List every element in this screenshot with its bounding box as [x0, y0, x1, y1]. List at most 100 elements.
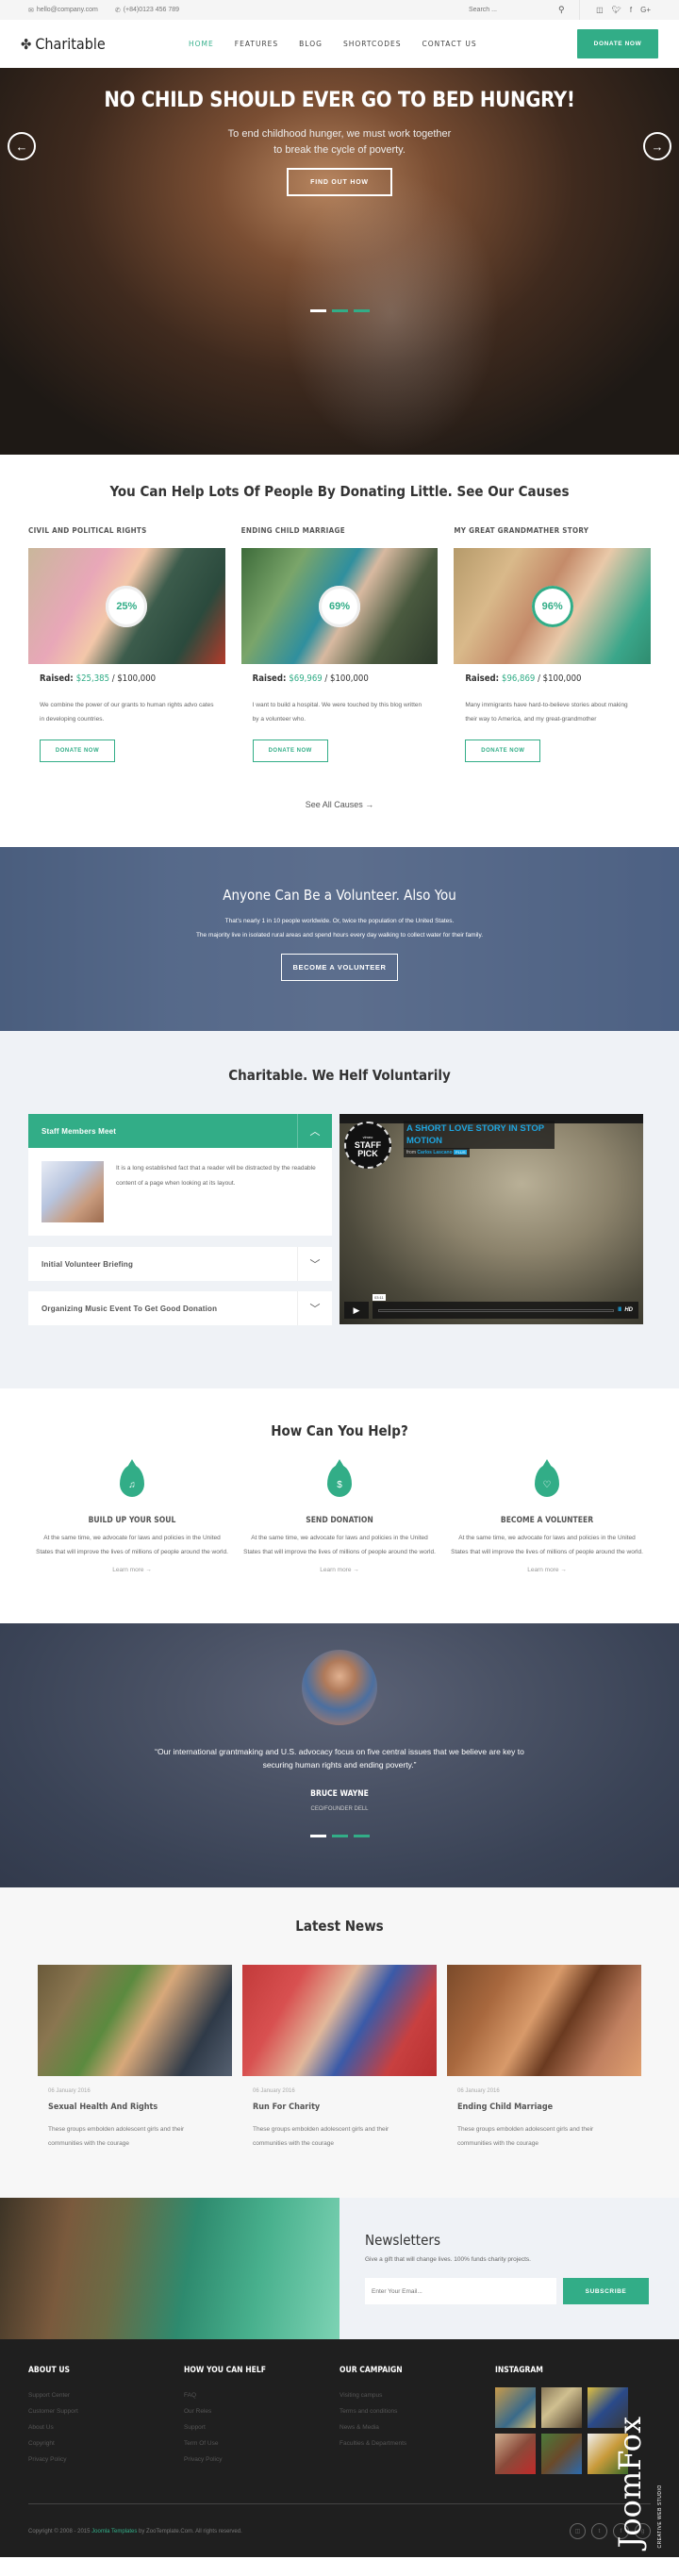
footer-link[interactable]: Terms and conditions	[340, 2403, 495, 2419]
footer-link[interactable]: Privacy Policy	[184, 2451, 340, 2468]
news-title-link[interactable]: Sexual Health And Rights	[38, 2102, 232, 2112]
twitter-icon[interactable]: 🐦︎	[612, 6, 621, 14]
cause-donate-button[interactable]: DONATE NOW	[252, 740, 328, 762]
footer-link[interactable]: Customer Support	[28, 2403, 184, 2419]
facebook-icon[interactable]: f	[630, 6, 632, 14]
news-date: 06 January 2016	[253, 2088, 295, 2094]
news-image[interactable]	[242, 1965, 437, 2076]
video-player[interactable]: vimeo STAFF PICK A SHORT LOVE STORY IN S…	[340, 1114, 643, 1324]
hd-toggle[interactable]: HD	[624, 1307, 633, 1313]
search-icon[interactable]: ⚲	[558, 5, 565, 15]
become-volunteer-button[interactable]: BECOME A VOLUNTEER	[281, 954, 398, 981]
help-item-title: SEND DONATION	[306, 1516, 373, 1525]
video-progress[interactable]: 03:11 IIIII HD	[373, 1294, 638, 1319]
cause-title[interactable]: CIVIL AND POLITICAL RIGHTS	[28, 526, 225, 535]
hero-slider: NO CHILD SHOULD EVER GO TO BED HUNGRY! T…	[0, 68, 679, 455]
footer-link[interactable]: About Us	[28, 2419, 184, 2435]
nav-contact-us[interactable]: CONTACT US	[422, 40, 476, 48]
footer-link[interactable]: Support Center	[28, 2387, 184, 2403]
news-image[interactable]	[447, 1965, 641, 2076]
slide-dot[interactable]	[331, 309, 348, 312]
phone-contact[interactable]: ✆ (+84)0123 456 789	[115, 7, 179, 14]
how-can-you-help-section: How Can You Help? ♫ BUILD UP YOUR SOUL A…	[0, 1388, 679, 1623]
play-icon[interactable]: ▶	[344, 1302, 369, 1319]
email-input[interactable]	[365, 2278, 556, 2304]
accordion-item-organizing-music-event[interactable]: Organizing Music Event To Get Good Donat…	[28, 1291, 332, 1325]
nav-features[interactable]: FEATURES	[235, 40, 278, 48]
instagram-photo[interactable]	[495, 2387, 536, 2428]
author-link[interactable]: Carlos Lascano	[417, 1150, 452, 1155]
help-item-title: BUILD UP YOUR SOUL	[88, 1516, 176, 1525]
google-plus-icon[interactable]: G+	[640, 6, 651, 14]
newsletter-section: Newsletters Give a gift that will change…	[0, 2198, 679, 2339]
footer-link[interactable]: FAQ	[184, 2387, 340, 2403]
cause-image[interactable]: 96%	[454, 548, 652, 664]
learn-more-link[interactable]: Learn more →	[527, 1567, 567, 1573]
footer-column-our-campaign: OUR CAMPAIGN Visiting campus Terms and c…	[340, 2366, 495, 2474]
chevron-up-icon[interactable]: ︿	[297, 1114, 332, 1148]
video-title[interactable]: A SHORT LOVE STORY IN STOP MOTION	[404, 1121, 555, 1149]
nav-shortcodes[interactable]: SHORTCODES	[343, 40, 402, 48]
footer-column-title: INSTAGRAM	[495, 2366, 543, 2375]
footer-link[interactable]: Faculties & Departments	[340, 2435, 495, 2451]
accordion-item-initial-volunteer-briefing[interactable]: Initial Volunteer Briefing ﹀	[28, 1247, 332, 1281]
cause-title[interactable]: MY GREAT GRANDMATHER STORY	[454, 526, 651, 535]
footer-link[interactable]: Privacy Policy	[28, 2451, 184, 2468]
instagram-icon[interactable]: ◫	[596, 6, 604, 14]
instagram-photo[interactable]	[541, 2387, 582, 2428]
slide-dot[interactable]	[309, 309, 326, 312]
find-out-how-button[interactable]: FIND OUT HOW	[287, 168, 392, 196]
slide-dot[interactable]	[331, 1835, 348, 1837]
news-excerpt: These groups embolden adolescent girls a…	[457, 2126, 594, 2147]
news-date: 06 January 2016	[48, 2088, 91, 2094]
news-title-link[interactable]: Ending Child Marriage	[447, 2102, 641, 2112]
donate-now-button[interactable]: DONATE NOW	[577, 29, 658, 58]
learn-more-link[interactable]: Learn more →	[112, 1567, 152, 1573]
nav-home[interactable]: HOME	[189, 40, 214, 48]
instagram-icon[interactable]: ◫	[570, 2523, 586, 2539]
instagram-photo[interactable]	[541, 2434, 582, 2474]
top-social: ◫ 🐦︎ f G+	[596, 0, 651, 20]
cause-card: MY GREAT GRANDMATHER STORY 96% Raised: $…	[454, 526, 652, 762]
cause-image[interactable]: 25%	[28, 548, 225, 664]
progress-track[interactable]	[378, 1308, 614, 1312]
chevron-down-icon[interactable]: ﹀	[297, 1291, 332, 1325]
see-all-causes-link[interactable]: See All Causes →	[28, 800, 651, 809]
nav-blog[interactable]: BLOG	[299, 40, 323, 48]
cause-title[interactable]: ENDING CHILD MARRIAGE	[241, 526, 439, 535]
cause-donate-button[interactable]: DONATE NOW	[40, 740, 115, 762]
email-contact[interactable]: ✉ hello@company.com	[28, 7, 98, 14]
hero-subtitle-line: to break the cycle of poverty.	[273, 144, 406, 156]
footer-link[interactable]: Visiting campus	[340, 2387, 495, 2403]
slide-dot[interactable]	[353, 1835, 370, 1837]
hero-title: NO CHILD SHOULD EVER GO TO BED HUNGRY!	[104, 89, 575, 112]
joomla-templates-link[interactable]: Joomla Templates	[91, 2529, 137, 2534]
footer-link[interactable]: Term Of Use	[184, 2435, 340, 2451]
prev-slide-arrow-icon[interactable]: ←	[8, 132, 36, 160]
slide-dot[interactable]	[309, 1835, 326, 1837]
footer-link[interactable]: Our Reles	[184, 2403, 340, 2419]
newsletter-desc: Give a gift that will change lives. 100%…	[365, 2256, 531, 2263]
volume-icon[interactable]: IIIII	[618, 1307, 621, 1313]
cause-image[interactable]: 69%	[240, 548, 439, 664]
footer-link[interactable]: Support	[184, 2419, 340, 2435]
news-title-link[interactable]: Run For Charity	[242, 2102, 437, 2112]
slide-dot[interactable]	[353, 309, 370, 312]
footer-link[interactable]: Copyright	[28, 2435, 184, 2451]
twitter-icon[interactable]: t	[591, 2523, 607, 2539]
goal-value: / $100,000	[109, 673, 157, 684]
search-box: ⚲	[469, 0, 580, 20]
footer-link[interactable]: News & Media	[340, 2419, 495, 2435]
phone-icon: ✆	[114, 7, 121, 14]
cause-donate-button[interactable]: DONATE NOW	[465, 740, 541, 762]
search-input[interactable]	[469, 7, 558, 13]
news-image[interactable]	[38, 1965, 232, 2076]
next-slide-arrow-icon[interactable]: →	[643, 132, 671, 160]
learn-more-link[interactable]: Learn more →	[320, 1567, 359, 1573]
chevron-down-icon[interactable]: ﹀	[297, 1247, 332, 1281]
subscribe-button[interactable]: SUBSCRIBE	[563, 2278, 649, 2304]
accordion-item-staff-members-meet[interactable]: Staff Members Meet ︿	[28, 1114, 332, 1148]
cause-card: CIVIL AND POLITICAL RIGHTS 25% Raised: $…	[28, 526, 225, 762]
logo[interactable]: ✤ Charitable	[21, 35, 106, 53]
instagram-photo[interactable]	[495, 2434, 536, 2474]
